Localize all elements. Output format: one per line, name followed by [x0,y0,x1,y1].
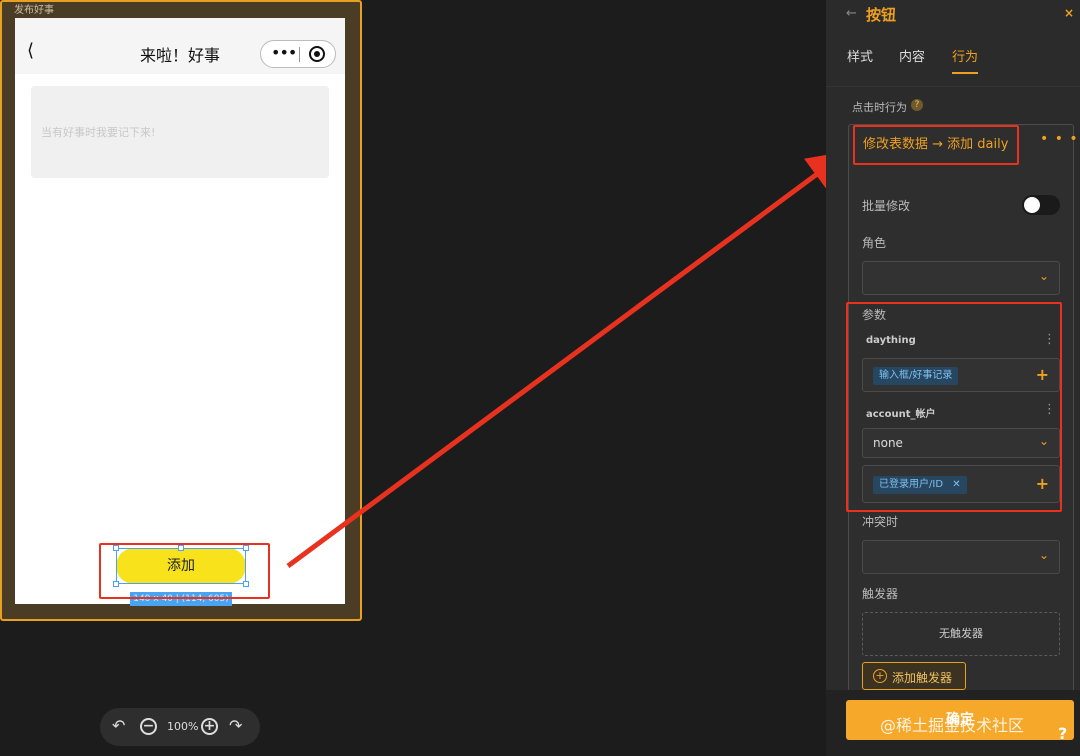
panel-title: 按钮 [866,6,897,24]
help-button[interactable]: ? [1058,724,1067,743]
back-arrow-icon[interactable]: ← [846,6,857,21]
no-trigger-box: 无触发器 [862,612,1060,656]
close-icon[interactable]: × [1064,6,1074,20]
highlight-box-action [853,125,1019,165]
highlight-box-params [846,302,1062,512]
arrow-to-action [286,151,849,569]
add-trigger-button[interactable]: + 添加触发器 [862,662,966,690]
batch-edit-toggle[interactable] [1022,195,1060,215]
help-icon[interactable]: ? [911,99,923,111]
chevron-down-icon: ⌄ [1038,269,1049,283]
trigger-label: 触发器 [862,587,899,601]
conflict-select[interactable]: ⌄ [862,540,1060,574]
watermark: @稀土掘金技术社区 [880,716,1025,735]
add-trigger-label: 添加触发器 [892,671,953,685]
batch-edit-label: 批量修改 [862,199,911,213]
click-behavior-label: 点击时行为 [852,101,907,114]
plus-circle-icon: + [873,669,887,683]
role-label: 角色 [862,236,887,250]
tab-style[interactable]: 样式 [847,46,873,65]
active-tab-indicator [952,72,978,74]
more-options-icon[interactable]: • • • [1040,131,1079,147]
tab-content[interactable]: 内容 [899,46,925,65]
chevron-down-icon: ⌄ [1038,548,1049,562]
role-select[interactable]: ⌄ [862,261,1060,295]
divider [826,86,1080,87]
tab-behavior[interactable]: 行为 [952,46,978,65]
conflict-label: 冲突时 [862,515,899,529]
